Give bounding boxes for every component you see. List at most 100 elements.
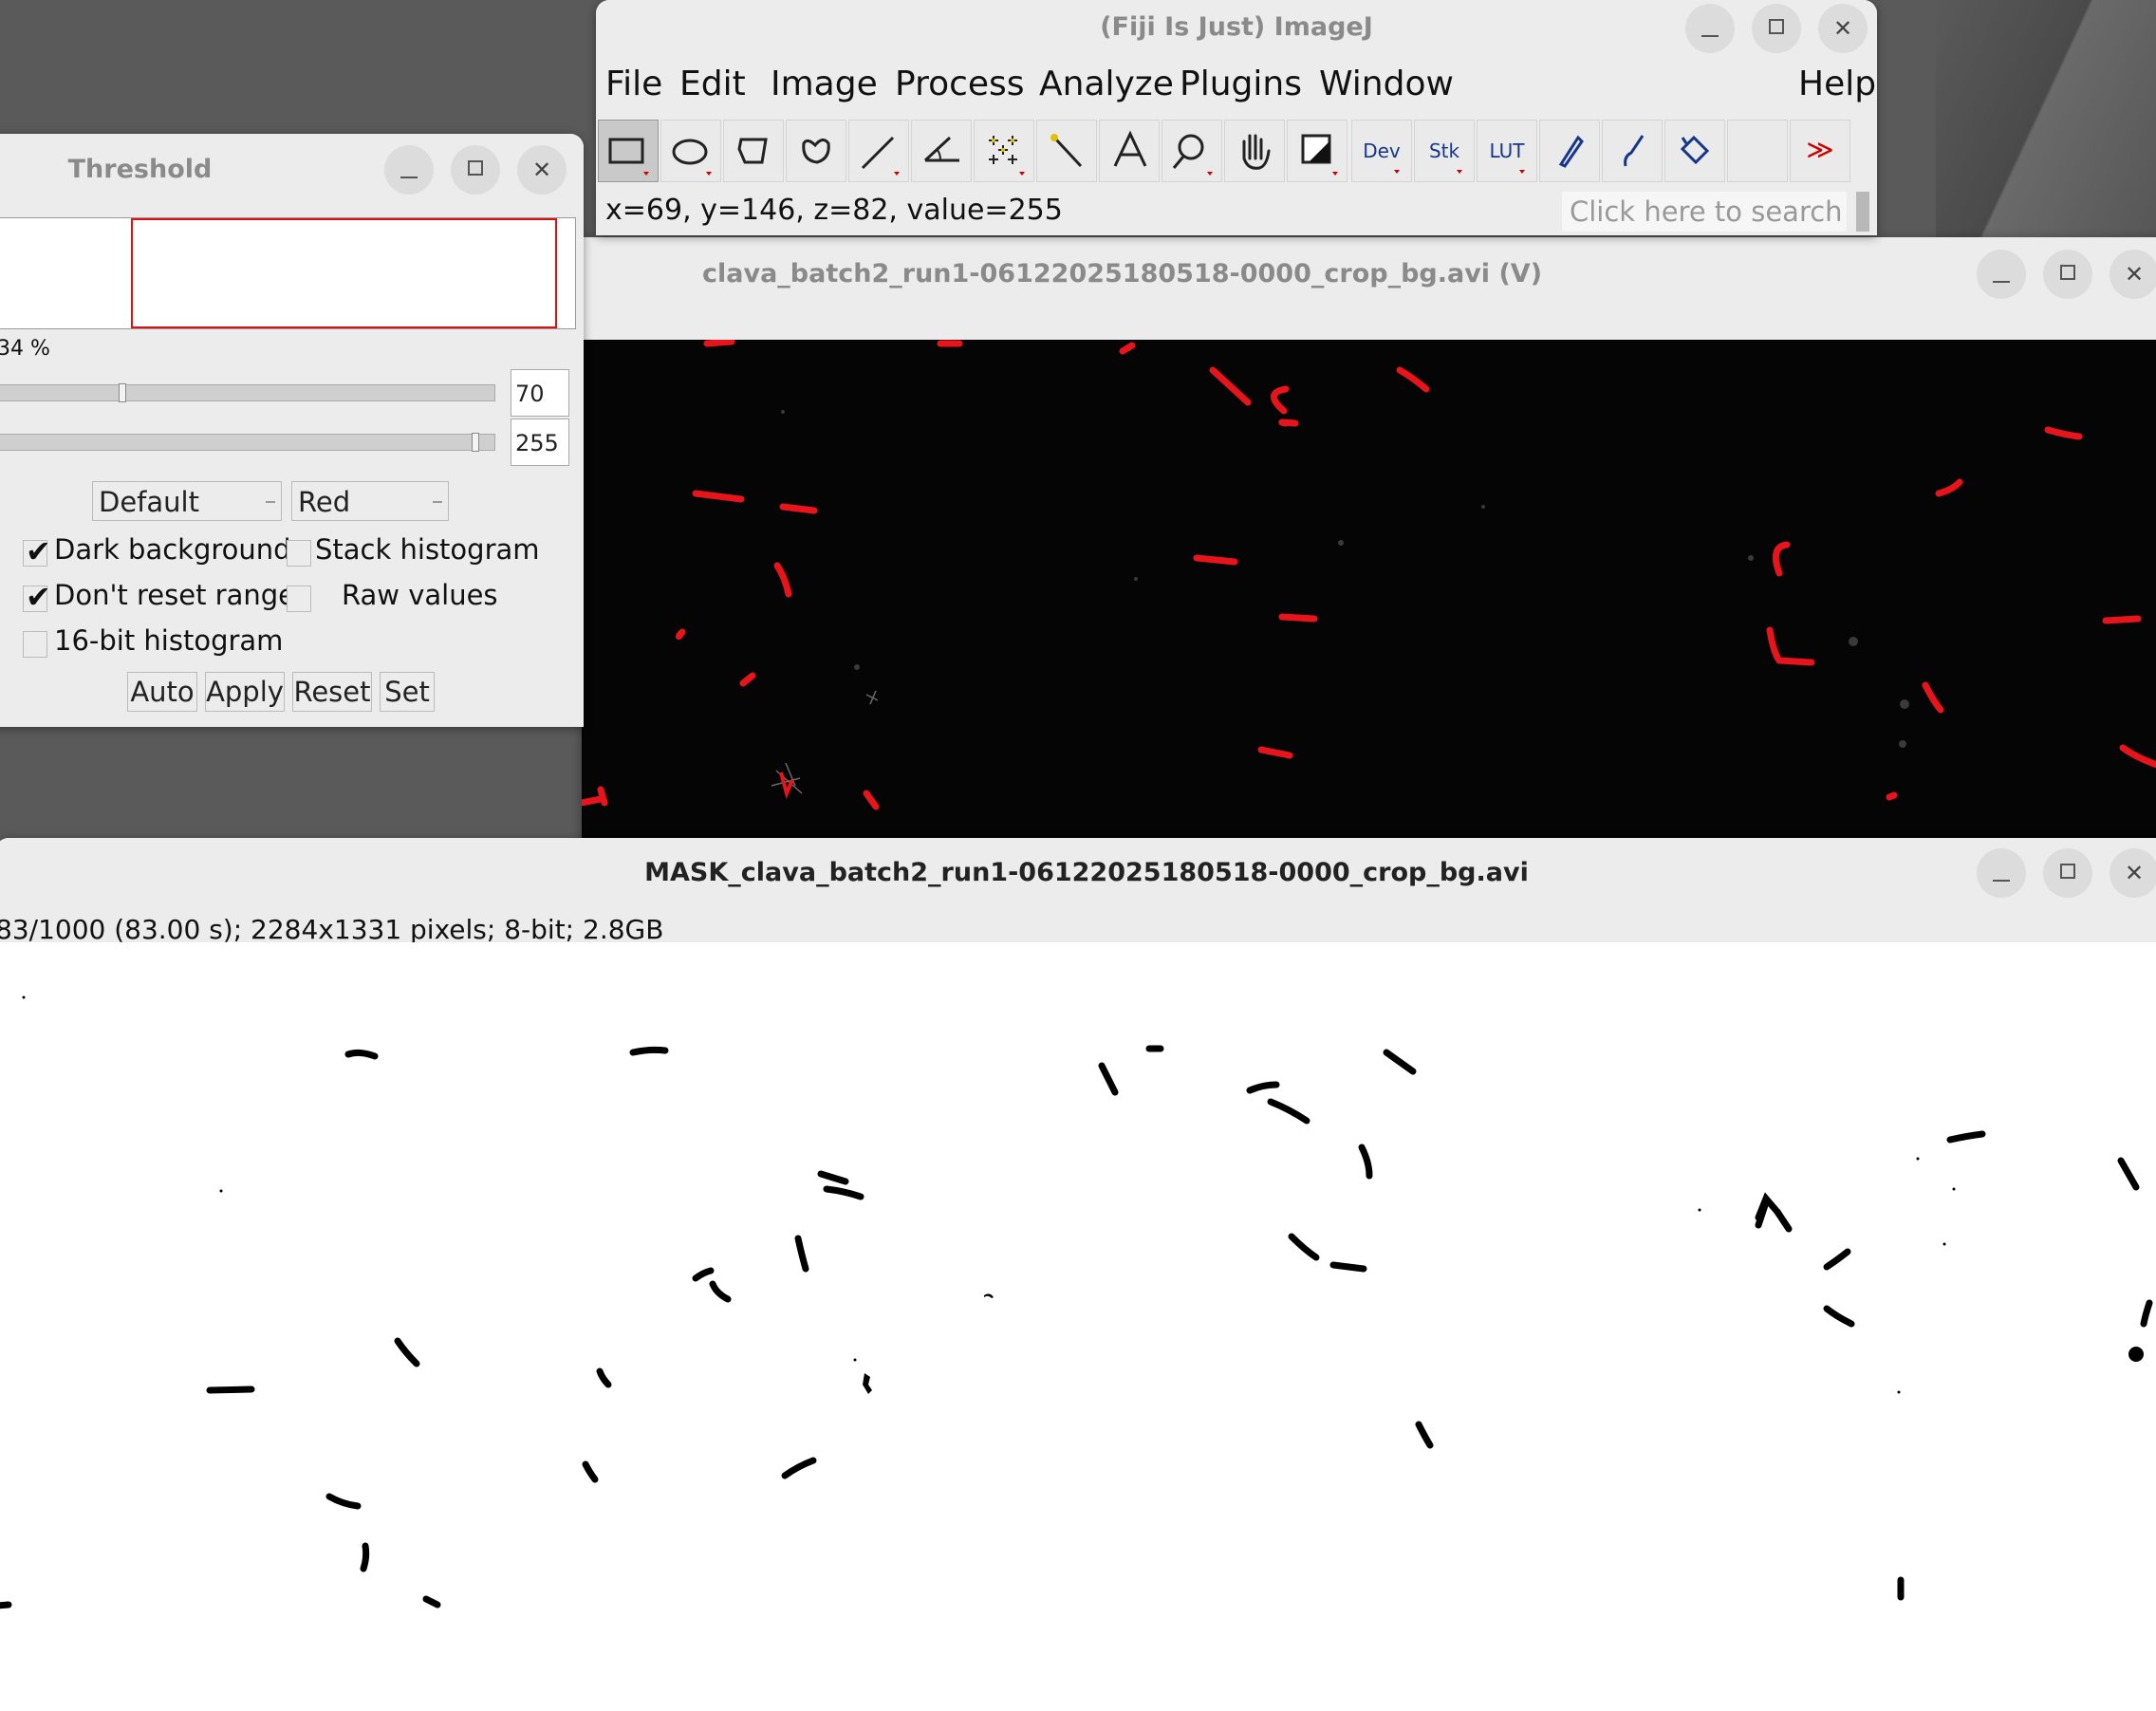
empty-tool-slot: [1727, 120, 1788, 182]
dont-reset-range-label: Don't reset range: [54, 579, 296, 611]
fiji-main-window[interactable]: (Fiji Is Just) ImageJ ✕ File Edit Image …: [596, 0, 1877, 235]
pencil-icon: [1558, 135, 1584, 168]
threshold-histogram: [0, 217, 576, 329]
minimize-button[interactable]: [1977, 250, 2026, 299]
min-threshold-value[interactable]: 70: [511, 369, 569, 417]
minimize-button[interactable]: [384, 145, 434, 195]
menu-plugins[interactable]: Plugins: [1180, 65, 1302, 103]
video-window[interactable]: clava_batch2_run1-06122025180518-0000_cr…: [582, 237, 2156, 845]
menu-analyze[interactable]: Analyze: [1039, 65, 1174, 103]
min-threshold-slider[interactable]: [0, 383, 495, 402]
dev-menu-tool[interactable]: Dev: [1351, 120, 1412, 182]
close-button[interactable]: ✕: [2110, 848, 2156, 898]
maximize-button[interactable]: [1752, 4, 1801, 53]
rectangle-tool[interactable]: [598, 120, 659, 182]
wand-icon: [1050, 134, 1083, 168]
angle-tool[interactable]: [911, 120, 972, 182]
video-image-canvas[interactable]: [582, 338, 2156, 843]
set-button[interactable]: Set: [380, 672, 435, 712]
close-button[interactable]: ✕: [2110, 250, 2156, 299]
max-threshold-slider[interactable]: [0, 433, 495, 452]
text-icon: [1113, 130, 1147, 167]
oval-icon: [672, 139, 712, 176]
more-tools-button[interactable]: ≫: [1790, 120, 1850, 182]
text-tool[interactable]: [1099, 120, 1160, 182]
maximize-button[interactable]: [2043, 848, 2092, 898]
stack-histogram-checkbox[interactable]: [287, 540, 311, 567]
menu-image[interactable]: Image: [771, 65, 878, 103]
zoom-tool[interactable]: [1162, 120, 1222, 182]
menu-file[interactable]: File: [605, 65, 662, 103]
oval-tool[interactable]: [660, 120, 721, 182]
desktop-background: [1936, 0, 2156, 247]
raw-values-label: Raw values: [342, 579, 498, 611]
raw-values-checkbox[interactable]: [287, 586, 311, 612]
polygon-tool[interactable]: [723, 120, 784, 182]
minimize-button[interactable]: [1977, 848, 2026, 898]
auto-button[interactable]: Auto: [127, 672, 197, 712]
paint-bucket-icon: [1680, 135, 1710, 165]
close-button[interactable]: ✕: [517, 145, 567, 195]
threshold-titlebar[interactable]: Threshold ✕: [0, 134, 584, 206]
threshold-overlay-image: [582, 338, 2156, 810]
magnifier-icon: [1172, 134, 1213, 176]
sixteen-bit-histogram-checkbox[interactable]: [23, 631, 47, 658]
mask-binary-image: [0, 995, 2153, 1609]
stack-histogram-label: Stack histogram: [315, 533, 540, 566]
checkmark-icon: ✔: [26, 579, 51, 615]
multipoint-icon: [989, 136, 1025, 176]
mask-image-canvas[interactable]: [0, 942, 2156, 1711]
maximize-button[interactable]: [2043, 250, 2092, 299]
threshold-dialog[interactable]: Threshold ✕ .34 % 70 255 Default Red ✔ D…: [0, 134, 584, 727]
stk-menu-tool[interactable]: Stk: [1414, 120, 1475, 182]
line-icon: [861, 136, 900, 176]
min-slider-knob[interactable]: [119, 383, 126, 402]
polygon-icon: [737, 138, 768, 164]
menu-help[interactable]: Help: [1798, 65, 1876, 103]
search-input[interactable]: Click here to search: [1562, 192, 1847, 232]
dont-reset-range-checkbox[interactable]: ✔: [23, 579, 51, 615]
multipoint-tool[interactable]: [974, 120, 1034, 182]
mask-titlebar[interactable]: MASK_clava_batch2_run1-06122025180518-00…: [0, 838, 2156, 908]
search-scrollbar[interactable]: [1856, 192, 1869, 232]
menu-window[interactable]: Window: [1319, 65, 1454, 103]
fiji-titlebar[interactable]: (Fiji Is Just) ImageJ ✕: [596, 0, 1877, 55]
close-button[interactable]: ✕: [1818, 4, 1868, 53]
dropdown-arrow-icon: [266, 501, 275, 503]
threshold-selection-range: [131, 218, 557, 328]
reset-button[interactable]: Reset: [292, 672, 372, 712]
mask-window-title: MASK_clava_batch2_run1-06122025180518-00…: [644, 858, 1529, 887]
maximize-button[interactable]: [451, 145, 500, 195]
pencil-tool[interactable]: [1539, 120, 1600, 182]
dropdown-arrow-icon: [433, 501, 442, 503]
flood-fill-tool[interactable]: [1664, 120, 1725, 182]
threshold-title: Threshold: [67, 155, 213, 184]
lut-menu-tool[interactable]: LUT: [1477, 120, 1537, 182]
minimize-button[interactable]: [1685, 4, 1735, 53]
angle-icon: [923, 136, 959, 162]
line-tool[interactable]: [848, 120, 909, 182]
menu-process[interactable]: Process: [895, 65, 1025, 103]
dark-background-checkbox[interactable]: ✔: [23, 533, 51, 569]
color-picker-tool[interactable]: [1287, 120, 1348, 182]
dropdown-triangle-icon: [1519, 170, 1525, 174]
freehand-tool[interactable]: [786, 120, 846, 182]
display-mode-dropdown[interactable]: Red: [291, 481, 449, 521]
max-slider-knob[interactable]: [472, 433, 479, 452]
method-dropdown[interactable]: Default: [92, 481, 282, 521]
sixteen-bit-histogram-label: 16-bit histogram: [54, 624, 284, 657]
threshold-percentage: .34 %: [0, 337, 50, 361]
rectangle-icon: [608, 138, 649, 176]
wand-tool[interactable]: [1036, 120, 1097, 182]
brush-tool[interactable]: [1602, 120, 1663, 182]
color-picker-icon: [1301, 134, 1338, 176]
apply-button[interactable]: Apply: [205, 672, 285, 712]
hand-icon: [1242, 134, 1271, 170]
method-value: Default: [99, 486, 199, 518]
hand-tool[interactable]: [1224, 120, 1285, 182]
status-bar: x=69, y=146, z=82, value=255 Click here …: [596, 188, 1877, 235]
menu-edit[interactable]: Edit: [679, 65, 746, 103]
video-titlebar[interactable]: clava_batch2_run1-06122025180518-0000_cr…: [582, 237, 2156, 340]
max-threshold-value[interactable]: 255: [511, 418, 569, 466]
mask-window[interactable]: MASK_clava_batch2_run1-06122025180518-00…: [0, 838, 2156, 1711]
